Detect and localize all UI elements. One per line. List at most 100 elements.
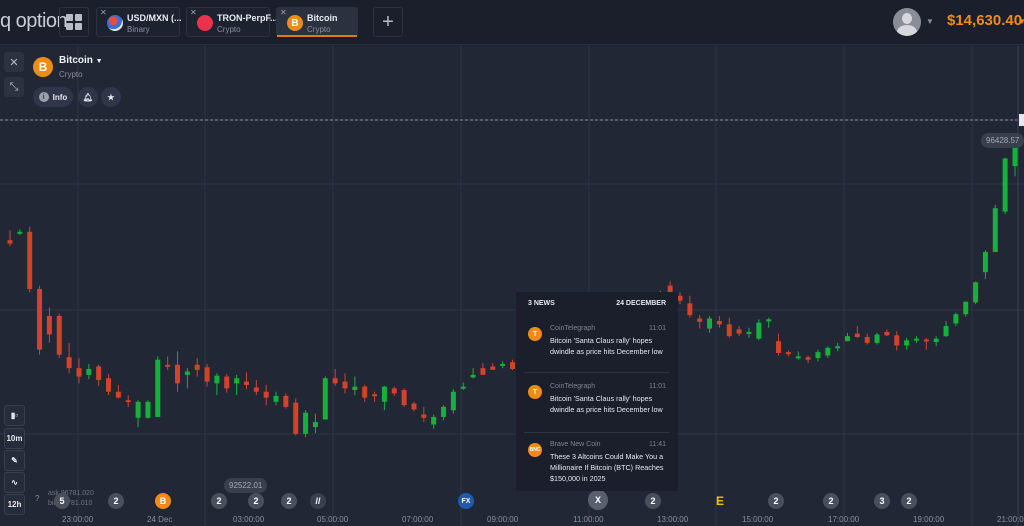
candle	[854, 326, 860, 338]
candle	[904, 337, 910, 350]
candle	[450, 389, 456, 414]
close-tab-icon[interactable]: ✕	[100, 8, 107, 17]
event-badge[interactable]: 2	[901, 493, 917, 509]
event-badge[interactable]: 2	[823, 493, 839, 509]
event-badge[interactable]: 3	[874, 493, 890, 509]
candle	[76, 358, 82, 384]
event-badge[interactable]: E	[712, 493, 728, 509]
avatar[interactable]	[893, 8, 921, 36]
candle-body	[953, 314, 959, 324]
candle	[381, 385, 387, 411]
app-logo[interactable]: q option	[0, 10, 68, 33]
candle	[352, 376, 358, 396]
candle	[312, 413, 318, 433]
candle-body	[46, 315, 52, 335]
candle	[135, 400, 141, 428]
candle	[776, 333, 782, 356]
plus-icon: +	[382, 10, 394, 33]
candle-body	[785, 352, 791, 355]
candle	[785, 350, 791, 357]
asset-name[interactable]: Bitcoin ▼	[59, 55, 103, 66]
draw-tool-button[interactable]: ✎	[4, 450, 25, 471]
chevron-down-icon: ▼	[95, 58, 103, 65]
candle-body	[7, 240, 13, 244]
asset-grid-button[interactable]	[59, 7, 89, 37]
candle-body	[756, 322, 762, 339]
event-badge[interactable]: //	[310, 493, 326, 509]
candle	[66, 342, 72, 374]
candle-body	[204, 367, 210, 382]
event-badge[interactable]: X	[588, 490, 608, 510]
chevron-down-icon[interactable]: ▼	[1018, 17, 1024, 26]
candle	[106, 374, 112, 396]
favorite-button[interactable]: ★	[101, 87, 121, 107]
candle-body	[135, 401, 141, 418]
add-tab-button[interactable]: +	[373, 7, 403, 37]
candle-body	[460, 386, 466, 389]
candle-body	[253, 387, 259, 392]
close-chart-button[interactable]: ✕	[4, 52, 24, 72]
event-badge[interactable]: 2	[248, 493, 264, 509]
event-badge[interactable]: B	[155, 493, 171, 509]
top-bar: q option ✕ USD/MXN (... Binary ✕ TRON-Pe…	[0, 0, 1024, 45]
candle-body	[106, 378, 112, 392]
time-label: 21:00:00	[997, 515, 1024, 524]
candle	[421, 406, 427, 423]
divider	[524, 372, 670, 373]
candle-body	[874, 334, 880, 343]
candle-body	[510, 362, 515, 369]
chart-type-button[interactable]: ▮▫	[4, 405, 25, 426]
candle-body	[913, 338, 919, 341]
news-popup: 3 NEWS 24 DECEMBER T CoinTelegraph 11:01…	[516, 292, 678, 491]
price-line-handle[interactable]	[1019, 114, 1024, 126]
close-tab-icon[interactable]: ✕	[280, 8, 287, 17]
candle-body	[815, 352, 821, 359]
candle	[766, 317, 772, 328]
event-badge[interactable]: 2	[281, 493, 297, 509]
tab-usd-mxn[interactable]: ✕ USD/MXN (... Binary	[96, 7, 182, 37]
candle	[303, 410, 309, 438]
event-badge[interactable]: 2	[645, 493, 661, 509]
candle-body	[677, 295, 683, 301]
candle	[687, 295, 693, 318]
event-badge[interactable]: 2	[768, 493, 784, 509]
event-badge[interactable]: 2	[108, 493, 124, 509]
candle	[874, 332, 880, 345]
help-icon[interactable]: ?	[35, 494, 39, 503]
indicators-button[interactable]: ∿	[4, 472, 25, 493]
tab-bitcoin[interactable]: ✕ B Bitcoin Crypto	[276, 7, 358, 37]
news-time: 11:41	[649, 441, 666, 448]
period-button[interactable]: 12h	[4, 494, 25, 515]
close-tab-icon[interactable]: ✕	[190, 8, 197, 17]
time-label: 11:00:00	[573, 515, 604, 524]
candle	[17, 229, 23, 236]
event-badge[interactable]: 2	[211, 493, 227, 509]
candle-body	[184, 371, 190, 375]
bitcoin-icon: B	[287, 15, 303, 31]
asset-type: Crypto	[59, 70, 83, 79]
info-button[interactable]: i Info	[33, 87, 73, 107]
tab-title: Bitcoin	[307, 13, 338, 23]
event-badge[interactable]: 5	[54, 493, 70, 509]
collapse-chart-button[interactable]: ⤡	[4, 77, 24, 97]
tab-tron[interactable]: ✕ TRON-PerpF... Crypto	[186, 7, 278, 37]
candle	[46, 307, 52, 343]
chevron-down-icon[interactable]: ▼	[926, 17, 934, 26]
tab-subtitle: Crypto	[217, 25, 241, 34]
candle	[933, 336, 939, 347]
cointelegraph-icon: T	[528, 327, 542, 341]
candle-body	[303, 412, 309, 434]
time-label: 24 Dec	[147, 515, 173, 524]
interval-button[interactable]: 10m	[4, 428, 25, 449]
candle	[243, 372, 249, 390]
candle-body	[845, 336, 850, 342]
candle-body	[904, 340, 910, 346]
candle	[96, 364, 102, 386]
candlestick-chart[interactable]	[0, 46, 1024, 526]
alerts-button[interactable]: 🔔︎	[78, 87, 98, 107]
candle	[224, 374, 230, 393]
balance[interactable]: $14,630.40	[947, 12, 1022, 29]
candle	[273, 391, 279, 406]
event-badge[interactable]: FX	[458, 493, 474, 509]
indicator-wave-icon: ∿	[11, 478, 18, 487]
